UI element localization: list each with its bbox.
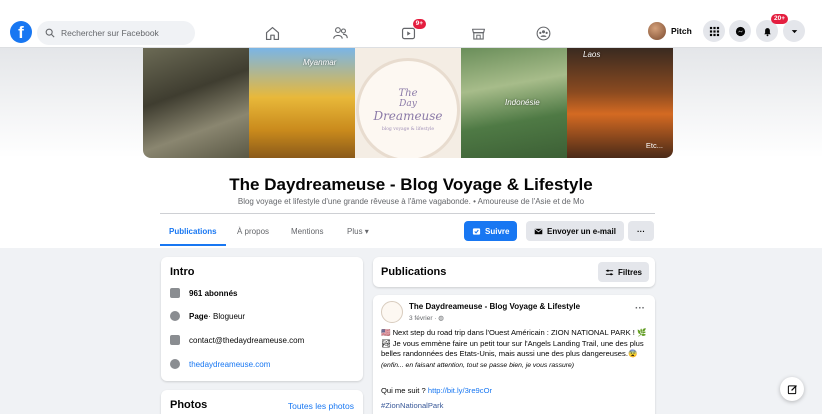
post-link[interactable]: http://bit.ly/3re9cOr [428,386,492,395]
notifications-button[interactable]: 20+ [756,14,788,42]
photos-card: Photos Toutes les photos [161,390,363,414]
avatar [648,22,666,40]
account-button[interactable] [783,20,805,42]
page-logo-line2: Day [399,99,417,109]
filters-icon [605,269,614,275]
post-text: 🇺🇸 Next step du road trip dans l'Ouest A… [381,328,649,371]
bell-icon [763,27,771,36]
cover-label-indonesie: Indonésie [505,98,540,107]
page-logo-tagline: blog voyage & lifestyle [381,127,435,132]
post-card: The Daydreameuse - Blog Voyage & Lifesty… [373,295,655,414]
friends-icon[interactable] [330,23,350,43]
globe-icon [170,359,180,369]
profile-name: Pitch [671,26,692,36]
page-title: The Daydreameuse - Blog Voyage & Lifesty… [229,175,593,194]
top-navbar: f Rechercher sur Facebook 9+ Pitch 20+ [0,0,822,48]
envelope-icon [534,227,543,234]
search-icon [45,28,55,38]
post-options-icon[interactable]: ··· [635,303,645,314]
filters-button[interactable]: Filtres [597,262,649,282]
facebook-logo[interactable]: f [10,21,32,43]
publications-header-card: Publications Filtres [373,257,655,287]
tab-plus[interactable]: Plus ▾ [347,227,369,236]
page-logo-line3: Dreameuse [373,109,443,123]
compose-icon [787,384,797,394]
tab-mentions[interactable]: Mentions [291,227,323,236]
watch-badge: 9+ [412,19,426,29]
website-row: thedaydreameuse.com [170,359,270,369]
page-type-label: Page [189,311,209,321]
follow-button[interactable]: Suivre [464,221,518,241]
website-link[interactable]: thedaydreameuse.com [189,360,270,369]
followers-row: 961 abonnés [170,288,237,298]
account-caret-icon [791,29,797,33]
post-call-to-action: Qui me suit ? http://bit.ly/3re9cOr [381,386,492,395]
followers-count: 961 abonnés [189,288,238,298]
marketplace-icon[interactable] [468,23,488,43]
active-tab-indicator [160,244,226,246]
post-call-text: Qui me suit ? [381,386,428,395]
info-icon [170,311,180,321]
send-email-label: Envoyer un e-mail [547,226,616,236]
tab-a-propos[interactable]: À propos [237,227,269,236]
menu-grid-icon [709,26,719,36]
cover-label-myanmar: Myanmar [303,58,337,67]
followers-icon [170,288,180,298]
more-actions-label: ··· [637,226,645,236]
more-actions-button[interactable]: ··· [628,221,654,241]
page-tabs-bar [0,212,822,248]
groups-icon[interactable] [533,23,553,43]
page-logo-line1: The [398,88,418,99]
page-description: Blog voyage et lifestyle d'une grande rê… [237,197,585,206]
post-author-avatar[interactable] [381,301,403,323]
search-placeholder: Rechercher sur Facebook [61,28,159,38]
follow-icon [472,227,481,235]
post-date[interactable]: 3 février · ◍ [409,314,444,322]
tab-publications[interactable]: Publications [169,227,217,236]
tabs-divider [160,213,655,214]
messenger-button[interactable] [729,20,751,42]
cover-panel-myanmar [249,48,355,158]
page-type-row: Page · Blogueur [170,311,245,321]
email-row: contact@thedaydreameuse.com [170,335,304,345]
new-message-button[interactable] [780,377,804,401]
filters-label: Filtres [617,267,642,277]
post-text-aside: (enfin... en faisant attention, tout se … [381,361,575,369]
cover-photo[interactable]: Myanmar Indonésie Laos Etc... The Day Dr… [143,48,673,158]
messenger-icon [735,26,745,36]
photos-title: Photos [170,399,208,411]
publications-title: Publications [381,266,447,278]
cover-label-etc: Etc... [645,141,663,150]
page-logo[interactable]: The Day Dreameuse blog voyage & lifestyl… [356,58,460,158]
cover-panel-temple [143,48,249,158]
send-email-button[interactable]: Envoyer un e-mail [526,221,624,241]
home-icon[interactable] [262,23,282,43]
search-input[interactable]: Rechercher sur Facebook [37,21,195,45]
watch-icon[interactable]: 9+ [398,19,426,43]
intro-title: Intro [170,266,195,278]
see-all-photos-link[interactable]: Toutes les photos [288,401,354,411]
email-icon [170,335,180,345]
menu-grid-button[interactable] [703,20,725,42]
post-author-name[interactable]: The Daydreameuse - Blog Voyage & Lifesty… [409,302,580,311]
page-category: · Blogueur [208,311,246,321]
cover-label-laos: Laos [583,50,601,59]
post-text-main: 🇺🇸 Next step du road trip dans l'Ouest A… [381,328,647,359]
follow-label: Suivre [485,226,510,236]
contact-email[interactable]: contact@thedaydreameuse.com [189,336,304,345]
intro-card: Intro 961 abonnés Page · Blogueur contac… [161,257,363,381]
profile-shortcut[interactable]: Pitch [648,22,692,40]
post-hashtag[interactable]: #ZionNationalPark [381,401,443,410]
